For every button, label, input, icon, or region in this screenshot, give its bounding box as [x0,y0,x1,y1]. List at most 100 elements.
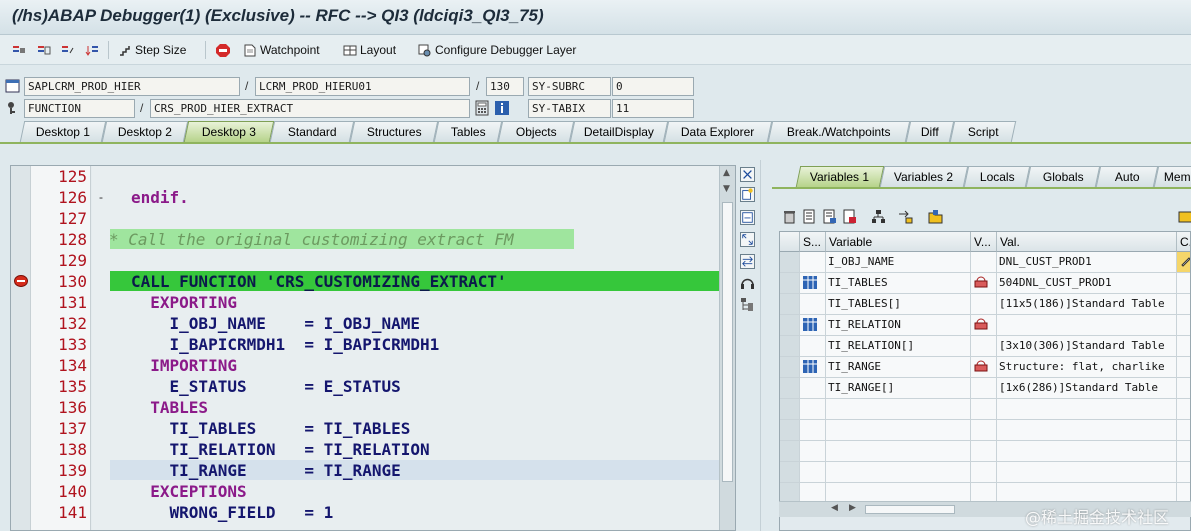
scroll-down-arrow-icon[interactable]: ▼ [723,184,730,194]
row-selector[interactable] [780,483,800,503]
code-line[interactable]: 126 - endif. [11,187,719,208]
row-selector[interactable] [780,420,800,440]
code-line[interactable]: 141 WRONG_FIELD = 1 [11,502,719,523]
column-header-variable[interactable]: Variable [826,232,971,252]
variable-value[interactable]: [1x6(286)]Standard Table [997,378,1177,398]
row-selector[interactable] [780,273,800,293]
code-line[interactable]: 136 TABLES [11,397,719,418]
code-line[interactable]: 132 I_OBJ_NAME = I_OBJ_NAME [11,313,719,334]
scroll-left-arrow-icon[interactable]: ◀ [831,503,838,513]
swap-icon[interactable] [740,254,755,269]
tab-data-explorer[interactable]: Data Explorer [663,121,773,142]
table-row[interactable]: TI_TABLES[] [11x5(186)]Standard Table [780,294,1190,315]
variable-name[interactable]: TI_RELATION [826,315,971,335]
row-selector[interactable] [780,336,800,356]
editor-vertical-scrollbar[interactable]: ▲ ▼ [719,166,735,530]
tab-auto[interactable]: Auto [1095,166,1159,187]
variable-name[interactable]: TI_RANGE [826,357,971,377]
tab-standard[interactable]: Standard [269,121,355,142]
change-value-cell[interactable] [1177,378,1190,398]
cursor-line[interactable]: 139 TI_RANGE = TI_RANGE [11,460,719,481]
variable-name[interactable]: TI_RELATION[] [826,336,971,356]
change-value-cell[interactable] [1177,294,1190,314]
new-tool-icon[interactable] [740,187,755,202]
variable-name[interactable]: TI_RANGE[] [826,378,971,398]
tab-diff[interactable]: Diff [905,121,955,142]
variable-value[interactable]: [3x10(306)]Standard Table [997,336,1177,356]
variable-name[interactable] [826,462,971,482]
change-value-cell[interactable] [1177,483,1190,503]
row-selector[interactable] [780,294,800,314]
save-variables-icon[interactable] [842,209,857,224]
table-row[interactable] [780,420,1190,441]
row-selector[interactable] [780,315,800,335]
variable-name[interactable] [826,483,971,503]
return-button[interactable] [61,41,75,59]
configure-debugger-layer-button[interactable]: Configure Debugger Layer [418,41,576,59]
code-line[interactable]: 125 [11,166,719,187]
calculator-icon[interactable] [474,100,490,116]
table-row[interactable]: TI_RELATION [780,315,1190,336]
tab-detaildisplay[interactable]: DetailDisplay [569,121,669,142]
row-selector[interactable] [780,378,800,398]
maximize-icon[interactable] [740,232,755,247]
variable-name[interactable] [826,441,971,461]
variable-name[interactable] [826,399,971,419]
code-line[interactable]: 135 E_STATUS = E_STATUS [11,376,719,397]
code-line[interactable]: 140 EXCEPTIONS [11,481,719,502]
variable-value[interactable]: [11x5(186)]Standard Table [997,294,1177,314]
folder-icon[interactable] [928,209,943,224]
change-value-cell[interactable] [1177,399,1190,419]
variable-name[interactable] [826,420,971,440]
table-row[interactable] [780,441,1190,462]
pencil-icon[interactable] [1180,255,1191,267]
pane-splitter[interactable] [760,160,770,531]
table-row[interactable]: TI_RANGE[] [1x6(286)]Standard Table [780,378,1190,399]
code-line[interactable]: 127 [11,208,719,229]
variables-grid[interactable]: S... Variable V... Val. C... I_OBJ_NAME … [779,231,1191,531]
change-value-cell[interactable] [1177,441,1190,461]
variable-name[interactable]: I_OBJ_NAME [826,252,971,272]
column-header-selector[interactable] [780,232,800,252]
source-code-editor[interactable]: 125 126 - endif. 127 128 * Call the orig… [10,165,736,531]
tab-desktop-1[interactable]: Desktop 1 [19,121,107,142]
stop-button[interactable] [216,41,230,59]
variable-value[interactable] [997,483,1177,503]
tab-memo[interactable]: Memo [1153,166,1191,187]
variable-value[interactable] [997,315,1177,335]
column-header-s[interactable]: S... [800,232,826,252]
tab-objects[interactable]: Objects [497,121,575,142]
code-line[interactable]: 128 * Call the original customizing extr… [11,229,719,250]
column-header-value[interactable]: Val. [997,232,1177,252]
variable-value[interactable] [997,462,1177,482]
close-icon[interactable] [740,167,755,182]
column-header-v[interactable]: V... [971,232,997,252]
change-value-cell[interactable] [1177,420,1190,440]
change-value-cell[interactable] [1177,357,1190,377]
table-row[interactable]: TI_RANGE Structure: flat, charlike [780,357,1190,378]
variable-name[interactable]: TI_TABLES[] [826,294,971,314]
tab-script[interactable]: Script [949,121,1017,142]
scroll-thumb[interactable] [722,202,733,482]
details-icon[interactable] [802,209,817,224]
variable-value[interactable]: 504DNL_CUST_PROD1 [997,273,1177,293]
tab-variables-2[interactable]: Variables 2 [879,166,969,187]
watchpoint-button[interactable]: Watchpoint [243,41,320,59]
variable-value[interactable] [997,399,1177,419]
variable-value[interactable] [997,441,1177,461]
row-selector[interactable] [780,399,800,419]
delete-icon[interactable] [782,209,797,224]
layout-button[interactable]: Layout [343,41,396,59]
tab-desktop-2[interactable]: Desktop 2 [101,121,189,142]
execute-button[interactable] [37,41,51,59]
row-selector[interactable] [780,462,800,482]
table-row[interactable]: TI_TABLES 504DNL_CUST_PROD1 [780,273,1190,294]
row-selector[interactable] [780,357,800,377]
tab-desktop-3[interactable]: Desktop 3 [183,121,275,142]
hierarchy-icon[interactable] [871,209,886,224]
step-size-button[interactable]: Step Size [118,41,186,59]
scroll-up-arrow-icon[interactable]: ▲ [723,168,730,178]
tab-tables[interactable]: Tables [433,121,503,142]
variable-value[interactable]: DNL_CUST_PROD1 [997,252,1177,272]
tab-structures[interactable]: Structures [349,121,439,142]
